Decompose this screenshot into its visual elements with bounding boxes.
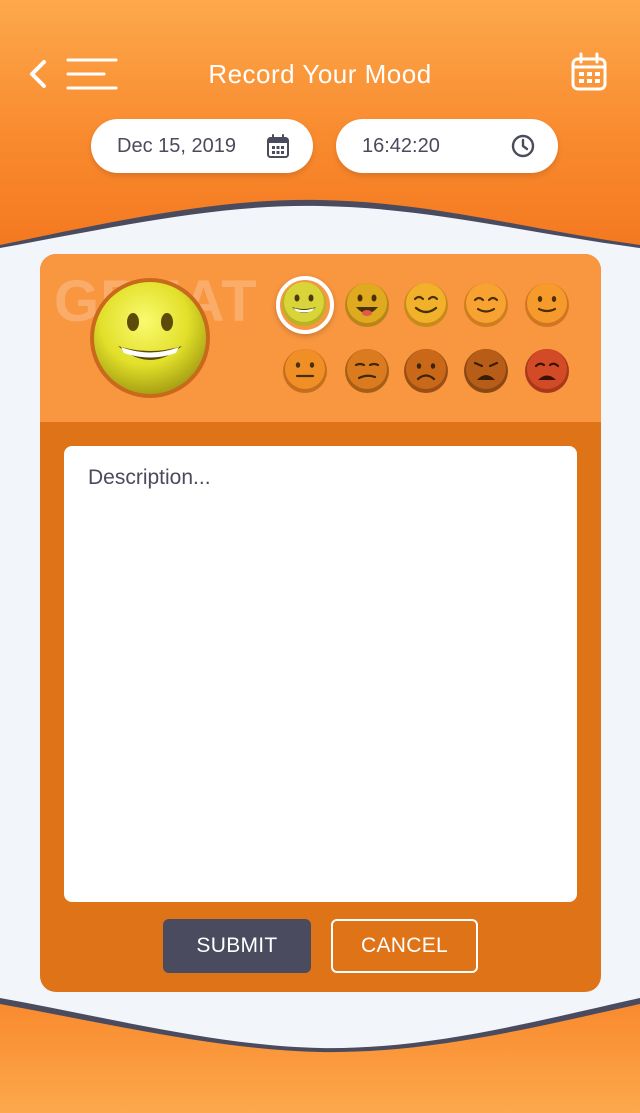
mood-great-icon[interactable]	[281, 281, 327, 327]
mood-meh-icon[interactable]	[344, 348, 390, 394]
clock-icon	[511, 134, 535, 158]
cancel-button[interactable]: CANCEL	[331, 919, 478, 973]
mood-happy-icon[interactable]	[463, 282, 509, 328]
header-wave	[0, 199, 640, 250]
mood-neutral-icon[interactable]	[282, 348, 328, 394]
selected-mood-emoji-icon	[90, 278, 210, 398]
mood-unhappy-icon[interactable]	[463, 348, 509, 394]
mood-good-icon[interactable]	[403, 282, 449, 328]
page-title: Record Your Mood	[208, 59, 432, 89]
mood-content-icon[interactable]	[524, 282, 570, 328]
mood-very-good-icon[interactable]	[344, 282, 390, 328]
time-value: 16:42:20	[362, 134, 440, 157]
hamburger-menu-icon[interactable]	[66, 56, 120, 92]
description-input[interactable]	[64, 446, 577, 902]
calendar-small-icon	[267, 134, 289, 158]
date-picker[interactable]: Dec 15, 2019	[91, 119, 313, 173]
date-value: Dec 15, 2019	[117, 134, 236, 157]
mood-card: GREAT	[40, 254, 601, 992]
mood-selector-band: GREAT	[40, 254, 601, 422]
footer-wave	[0, 998, 640, 1113]
chevron-left-icon[interactable]	[24, 56, 54, 92]
header: Record Your Mood Dec 15, 2019 16:42:20	[0, 0, 640, 250]
calendar-icon[interactable]	[570, 52, 608, 92]
mood-sad-icon[interactable]	[403, 348, 449, 394]
mood-miserable-icon[interactable]	[524, 348, 570, 394]
time-picker[interactable]: 16:42:20	[336, 119, 558, 173]
submit-button[interactable]: SUBMIT	[163, 919, 311, 973]
